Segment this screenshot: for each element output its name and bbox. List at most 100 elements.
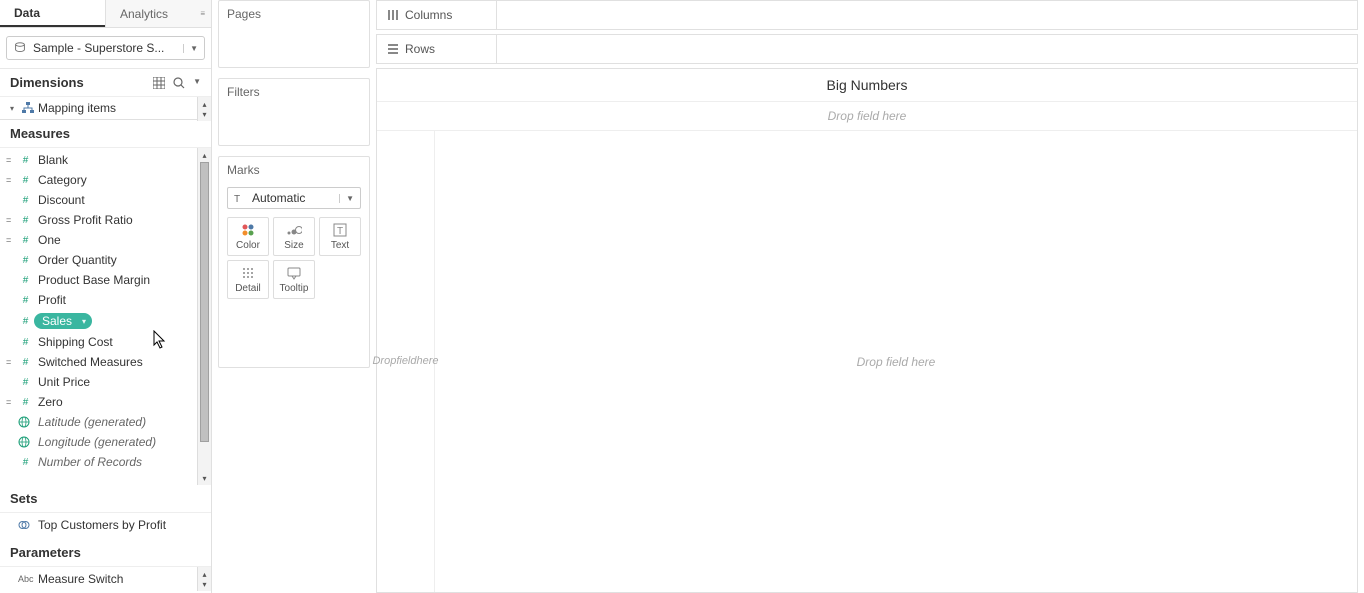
number-icon: #: [18, 337, 32, 348]
rows-shelf[interactable]: Rows: [376, 34, 1358, 64]
parameter-field[interactable]: AbcMeasure Switch: [0, 569, 211, 589]
column-drop-zone[interactable]: Drop field here: [377, 101, 1357, 131]
columns-label: Columns: [405, 8, 452, 22]
tab-analytics[interactable]: Analytics ≡: [105, 0, 211, 27]
field-label: Latitude (generated): [38, 415, 146, 429]
parameters-header: Parameters: [0, 539, 211, 567]
view-table-icon[interactable]: [153, 77, 165, 89]
tab-data[interactable]: Data: [0, 0, 105, 27]
datasource-selector[interactable]: Sample - Superstore S... ▼: [6, 36, 205, 60]
scroll-down-icon[interactable]: ▾: [198, 107, 211, 121]
text-icon: T: [333, 222, 347, 238]
visualization-area: Big Numbers Drop field here Dropfieldher…: [376, 68, 1358, 593]
measure-field[interactable]: # Product Base Margin: [0, 270, 211, 290]
dimension-folder-mapping-items[interactable]: ▾ Mapping items ▴ ▾: [0, 97, 211, 119]
sidebar-tabs: Data Analytics ≡: [0, 0, 211, 28]
number-icon: #: [18, 357, 32, 368]
size-button[interactable]: Size: [273, 217, 315, 256]
sheet-title[interactable]: Big Numbers: [377, 69, 1357, 101]
rows-icon: [387, 43, 399, 55]
measure-field[interactable]: # Profit: [0, 290, 211, 310]
field-label: Longitude (generated): [38, 435, 156, 449]
scrollbar-thumb[interactable]: [200, 162, 209, 442]
measure-field[interactable]: #Zero: [0, 392, 211, 412]
measure-field[interactable]: #Sales▾: [0, 310, 211, 332]
columns-shelf[interactable]: Columns: [376, 0, 1358, 30]
size-icon: [286, 222, 302, 238]
field-label: Blank: [38, 153, 68, 167]
scroll-up-icon[interactable]: ▴: [198, 148, 211, 162]
expand-icon[interactable]: ▾: [10, 104, 18, 113]
measure-field[interactable]: #Order Quantity: [0, 250, 211, 270]
measure-field[interactable]: # Number of Records: [0, 452, 211, 472]
chevron-down-icon[interactable]: ▾: [82, 317, 86, 326]
measure-field[interactable]: #Switched Measures: [0, 352, 211, 372]
number-icon: #: [18, 397, 32, 408]
measures-scroll: #Blank#Category#Discount#Gross Profit Ra…: [0, 148, 211, 485]
set-field[interactable]: Top Customers by Profit: [0, 515, 211, 535]
chevron-down-icon: ▼: [339, 194, 354, 203]
field-label: Number of Records: [38, 455, 142, 469]
dimensions-label: Dimensions: [10, 75, 84, 90]
globe-icon: [18, 436, 32, 448]
measure-pill[interactable]: Sales▾: [34, 313, 92, 329]
number-icon: #: [18, 275, 32, 286]
scroll-down-icon[interactable]: ▾: [198, 471, 211, 485]
number-icon: #: [18, 377, 32, 388]
mark-type-selector[interactable]: T Automatic ▼: [227, 187, 361, 209]
measure-field[interactable]: # Shipping Cost: [0, 332, 211, 352]
field-label: Gross Profit Ratio: [38, 213, 133, 227]
measure-field[interactable]: #Blank: [0, 150, 211, 170]
pages-shelf[interactable]: Pages: [218, 0, 370, 68]
measure-field[interactable]: # Category: [0, 170, 211, 190]
field-label: Category: [38, 173, 87, 187]
filters-shelf[interactable]: Filters: [218, 78, 370, 146]
number-icon: #: [18, 175, 32, 186]
number-icon: #: [18, 316, 32, 327]
measures-label: Measures: [10, 126, 70, 141]
svg-text:T: T: [234, 194, 240, 204]
dimension-folder-label: Mapping items: [38, 101, 116, 115]
rows-label: Rows: [405, 42, 435, 56]
measures-header: Measures: [0, 120, 211, 148]
measure-field[interactable]: # Gross Profit Ratio: [0, 210, 211, 230]
field-label: Unit Price: [38, 375, 90, 389]
pages-label: Pages: [219, 1, 369, 27]
color-button[interactable]: Color: [227, 217, 269, 256]
field-label: Discount: [38, 193, 85, 207]
marks-drop-area[interactable]: [219, 307, 369, 367]
datasource-icon: [13, 41, 27, 55]
dimensions-menu-icon[interactable]: ▼: [193, 77, 201, 89]
field-label: Top Customers by Profit: [38, 518, 166, 532]
field-label: Shipping Cost: [38, 335, 113, 349]
detail-button[interactable]: Detail: [227, 260, 269, 299]
automatic-mark-icon: T: [234, 192, 246, 204]
measure-field[interactable]: Latitude (generated): [0, 412, 211, 432]
row-drop-zone[interactable]: Dropfieldhere: [377, 131, 435, 592]
chevron-down-icon: ▼: [183, 44, 198, 53]
color-label: Color: [236, 240, 260, 251]
sets-header: Sets: [0, 485, 211, 513]
measure-field[interactable]: # Unit Price: [0, 372, 211, 392]
columns-icon: [387, 9, 399, 21]
filters-label: Filters: [219, 79, 369, 105]
tooltip-button[interactable]: Tooltip: [273, 260, 315, 299]
field-label: Profit: [38, 293, 66, 307]
measure-field[interactable]: #Discount: [0, 190, 211, 210]
measure-field[interactable]: Longitude (generated): [0, 432, 211, 452]
number-icon: #: [18, 295, 32, 306]
marks-card: Marks T Automatic ▼ Color Size: [218, 156, 370, 368]
main-drop-zone[interactable]: Drop field here: [435, 131, 1357, 592]
globe-icon: [18, 416, 32, 428]
number-icon: #: [18, 457, 32, 468]
number-icon: #: [18, 215, 32, 226]
sets-label: Sets: [10, 491, 37, 506]
text-button[interactable]: T Text: [319, 217, 361, 256]
measure-field[interactable]: #One: [0, 230, 211, 250]
search-icon[interactable]: [173, 77, 185, 89]
number-icon: #: [18, 255, 32, 266]
text-label: Text: [331, 240, 349, 251]
analytics-menu-icon[interactable]: ≡: [200, 9, 205, 18]
field-label: Product Base Margin: [38, 273, 150, 287]
dimensions-header: Dimensions ▼: [0, 69, 211, 97]
